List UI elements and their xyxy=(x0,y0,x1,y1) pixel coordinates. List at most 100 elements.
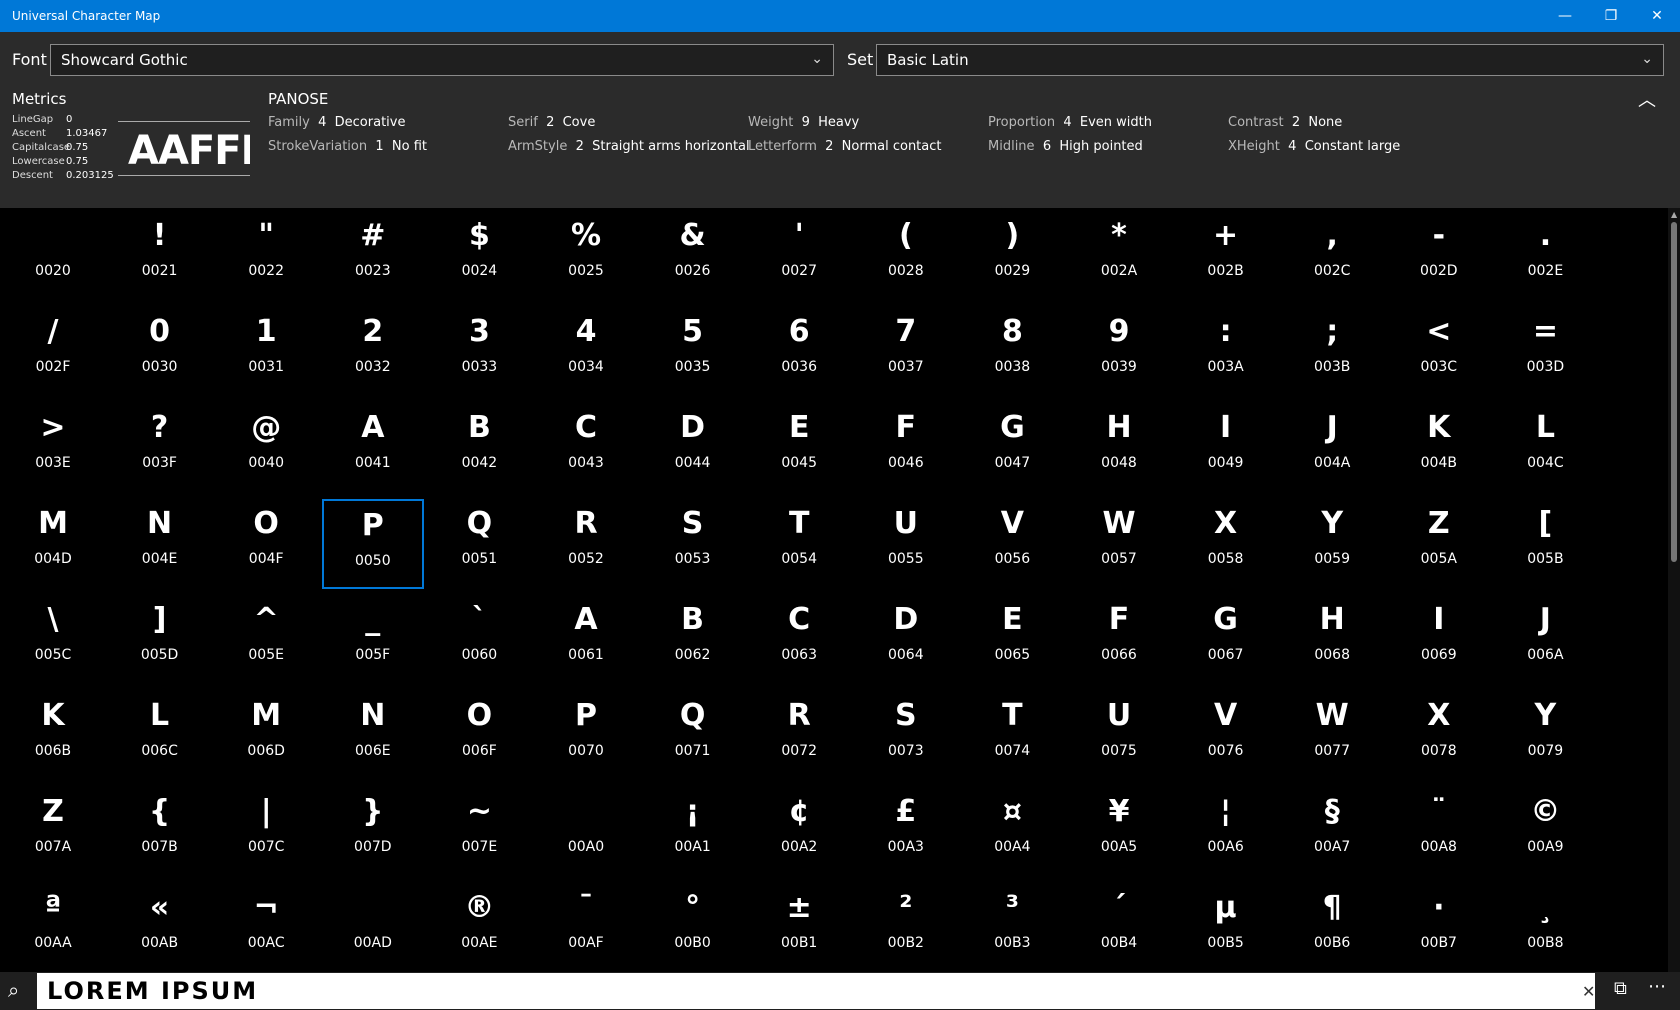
character-cell[interactable]: K 004B xyxy=(1388,403,1490,493)
character-cell[interactable]: K 006B xyxy=(2,691,104,781)
character-cell[interactable]: F 0046 xyxy=(855,403,957,493)
character-cell[interactable]: ~007E xyxy=(428,787,530,877)
character-cell[interactable]: 7 0037 xyxy=(855,307,957,397)
character-cell[interactable]: D 0044 xyxy=(642,403,744,493)
copy-icon[interactable]: ⧉ xyxy=(1614,978,1627,999)
character-cell[interactable]: G 0047 xyxy=(961,403,1063,493)
character-cell[interactable]: >003E xyxy=(2,403,104,493)
character-cell[interactable]: L 006C xyxy=(109,691,211,781)
character-cell[interactable]: ¬ 00AC xyxy=(215,883,317,972)
character-cell[interactable]: R 0052 xyxy=(535,499,637,589)
character-cell[interactable]: A 0041 xyxy=(322,403,424,493)
character-cell[interactable]: ª 00AA xyxy=(2,883,104,972)
character-cell[interactable]: J 006A xyxy=(1494,595,1596,685)
character-cell[interactable]: 00AD xyxy=(322,883,424,972)
character-cell[interactable]: R 0072 xyxy=(748,691,850,781)
collapse-panel-button[interactable]: ︿ xyxy=(1638,86,1656,112)
character-cell[interactable]: ¦ 00A6 xyxy=(1175,787,1277,877)
character-cell[interactable]: \ 005C xyxy=(2,595,104,685)
character-cell[interactable]: § 00A7 xyxy=(1281,787,1383,877)
character-cell[interactable]: G 0067 xyxy=(1175,595,1277,685)
character-cell[interactable]: | 007C xyxy=(215,787,317,877)
character-cell[interactable]: ¯ 00AF xyxy=(535,883,637,972)
character-cell[interactable]: E 0045 xyxy=(748,403,850,493)
character-cell[interactable]: $0024 xyxy=(428,211,530,301)
character-cell[interactable]: _ 005F xyxy=(322,595,424,685)
character-cell[interactable]: X 0078 xyxy=(1388,691,1490,781)
character-cell[interactable]: F 0066 xyxy=(1068,595,1170,685)
character-cell[interactable]: Q 0051 xyxy=(428,499,530,589)
character-cell[interactable]: M 004D xyxy=(2,499,104,589)
character-cell[interactable]: 9 0039 xyxy=(1068,307,1170,397)
character-cell[interactable]: · 00B7 xyxy=(1388,883,1490,972)
character-cell[interactable]: « 00AB xyxy=(109,883,211,972)
character-cell[interactable]: H 0068 xyxy=(1281,595,1383,685)
minimize-button[interactable]: — xyxy=(1542,0,1588,32)
character-cell[interactable]: O 004F xyxy=(215,499,317,589)
character-cell[interactable]: W 0057 xyxy=(1068,499,1170,589)
character-cell[interactable]: ¤ 00A4 xyxy=(961,787,1063,877)
character-cell[interactable]: Q 0071 xyxy=(642,691,744,781)
character-cell[interactable]: @0040 xyxy=(215,403,317,493)
character-cell[interactable]: ? 003F xyxy=(109,403,211,493)
character-cell[interactable]: #0023 xyxy=(322,211,424,301)
more-options-icon[interactable]: ⋯ xyxy=(1648,976,1667,997)
character-cell[interactable]: V 0076 xyxy=(1175,691,1277,781)
character-cell[interactable]: ¨ 00A8 xyxy=(1388,787,1490,877)
close-button[interactable]: ✕ xyxy=(1634,0,1680,32)
scroll-up-icon[interactable]: ▲ xyxy=(1671,210,1677,219)
character-cell[interactable]: I 0069 xyxy=(1388,595,1490,685)
character-cell[interactable]: M 006D xyxy=(215,691,317,781)
character-cell[interactable]: 2 0032 xyxy=(322,307,424,397)
character-cell[interactable]: Z 005A xyxy=(1388,499,1490,589)
character-cell[interactable]: ^ 005E xyxy=(215,595,317,685)
character-cell[interactable]: ] 005D xyxy=(109,595,211,685)
character-cell[interactable]: (0028 xyxy=(855,211,957,301)
character-cell[interactable]: ³ 00B3 xyxy=(961,883,1063,972)
character-cell[interactable]: ¥00A5 xyxy=(1068,787,1170,877)
clear-icon[interactable]: ✕ xyxy=(1582,982,1595,1001)
character-cell[interactable]: ; 003B xyxy=(1281,307,1383,397)
character-cell[interactable]: S 0073 xyxy=(855,691,957,781)
character-cell[interactable]: ±00B1 xyxy=(748,883,850,972)
character-cell[interactable]: : 003A xyxy=(1175,307,1277,397)
character-cell[interactable]: ² 00B2 xyxy=(855,883,957,972)
character-cell[interactable]: ` 0060 xyxy=(428,595,530,685)
character-cell[interactable]: J 004A xyxy=(1281,403,1383,493)
character-cell[interactable]: 5 0035 xyxy=(642,307,744,397)
character-cell[interactable]: T 0074 xyxy=(961,691,1063,781)
character-cell[interactable]: 0 0030 xyxy=(109,307,211,397)
character-cell[interactable]: 3 0033 xyxy=(428,307,530,397)
character-cell[interactable]: Z 007A xyxy=(2,787,104,877)
character-cell[interactable]: U 0055 xyxy=(855,499,957,589)
character-cell[interactable]: ´ 00B4 xyxy=(1068,883,1170,972)
character-cell[interactable]: 0020 xyxy=(2,211,104,301)
character-cell[interactable]: µ 00B5 xyxy=(1175,883,1277,972)
character-cell[interactable]: 4 0034 xyxy=(535,307,637,397)
scrollbar-thumb[interactable] xyxy=(1671,222,1677,562)
character-cell[interactable]: V 0056 xyxy=(961,499,1063,589)
character-cell[interactable]: ! 0021 xyxy=(109,211,211,301)
character-cell[interactable]: . 002E xyxy=(1494,211,1596,301)
character-cell[interactable]: W 0077 xyxy=(1281,691,1383,781)
character-cell[interactable]: £00A3 xyxy=(855,787,957,877)
character-cell[interactable]: ) 0029 xyxy=(961,211,1063,301)
character-cell[interactable]: D 0064 xyxy=(855,595,957,685)
character-cell[interactable]: T 0054 xyxy=(748,499,850,589)
character-cell[interactable]: C 0043 xyxy=(535,403,637,493)
character-cell[interactable]: } 007D xyxy=(322,787,424,877)
character-cell[interactable]: {007B xyxy=(109,787,211,877)
character-cell[interactable]: I 0049 xyxy=(1175,403,1277,493)
character-cell[interactable]: N 006E xyxy=(322,691,424,781)
character-cell[interactable]: E 0065 xyxy=(961,595,1063,685)
character-cell[interactable]: ¡ 00A1 xyxy=(642,787,744,877)
character-cell[interactable]: 6 0036 xyxy=(748,307,850,397)
character-cell[interactable]: , 002C xyxy=(1281,211,1383,301)
character-cell[interactable]: L 004C xyxy=(1494,403,1596,493)
character-cell[interactable]: [005B xyxy=(1494,499,1596,589)
character-cell[interactable]: U 0075 xyxy=(1068,691,1170,781)
character-cell[interactable]: % 0025 xyxy=(535,211,637,301)
character-cell[interactable]: P 0070 xyxy=(535,691,637,781)
character-cell[interactable]: ° 00B0 xyxy=(642,883,744,972)
set-combobox[interactable]: Basic Latin ⌄ xyxy=(876,44,1664,76)
